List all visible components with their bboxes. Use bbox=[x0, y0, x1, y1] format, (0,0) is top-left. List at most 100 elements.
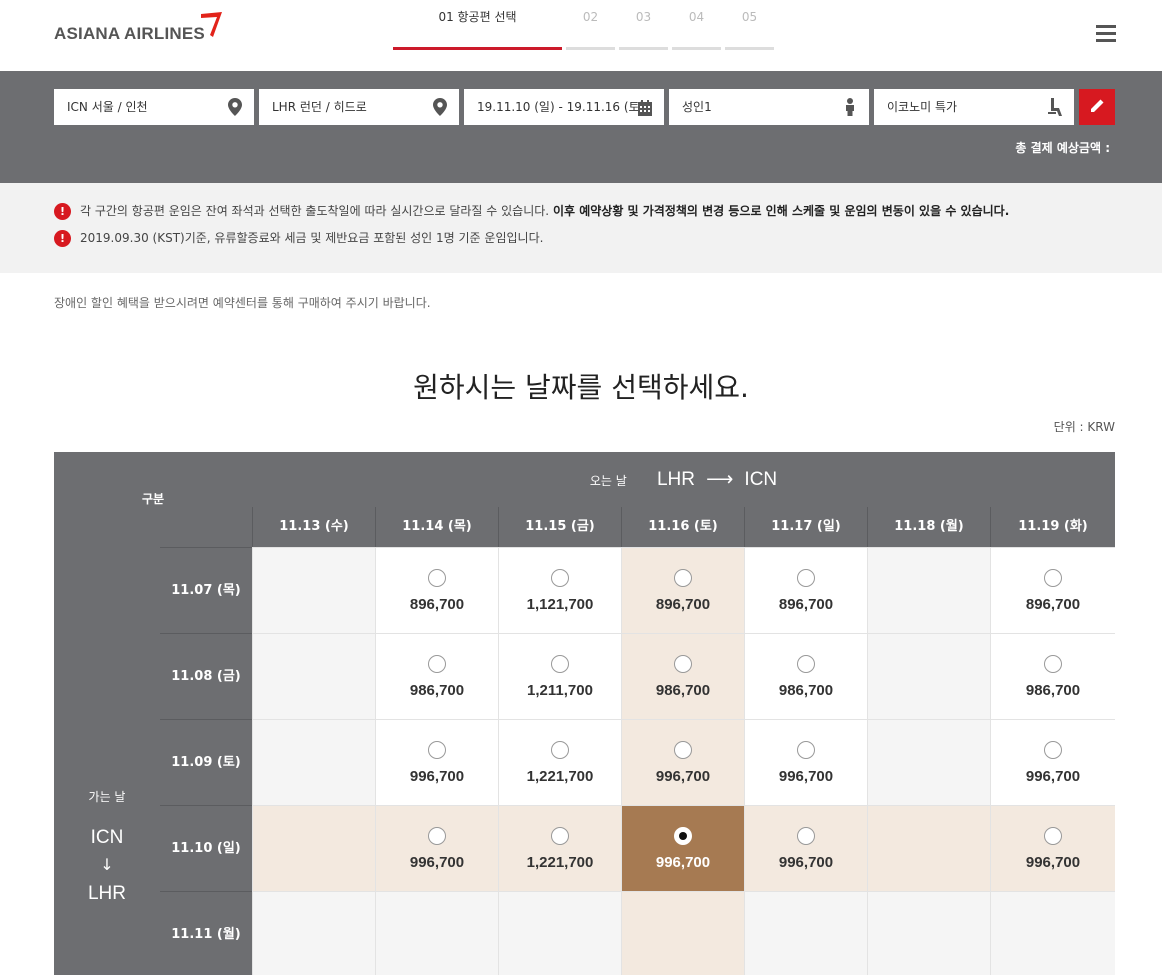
passenger-field[interactable]: 성인1 bbox=[669, 89, 869, 125]
step-4: 04 bbox=[672, 0, 721, 50]
depart-date-header: 11.09 (토) bbox=[160, 719, 252, 805]
fare-price: 996,700 bbox=[409, 768, 465, 785]
fare-cell[interactable]: 986,700 bbox=[990, 633, 1115, 719]
depart-date-header: 11.07 (목) bbox=[160, 547, 252, 633]
fare-radio[interactable] bbox=[1044, 655, 1062, 673]
fare-price: 1,221,700 bbox=[526, 854, 594, 871]
fare-cell-empty bbox=[252, 805, 375, 891]
fare-radio[interactable] bbox=[797, 655, 815, 673]
fare-cell[interactable]: 996,700 bbox=[744, 719, 867, 805]
fare-radio[interactable] bbox=[551, 655, 569, 673]
fare-radio[interactable] bbox=[428, 569, 446, 587]
fare-cell[interactable]: 896,700 bbox=[621, 547, 744, 633]
location-pin-icon bbox=[228, 98, 242, 116]
fare-cell[interactable]: 996,700 bbox=[990, 805, 1115, 891]
fare-cell-empty bbox=[867, 891, 990, 975]
destination-field[interactable]: LHR 런던 / 히드로 bbox=[259, 89, 459, 125]
fare-cell[interactable]: 996,700 bbox=[375, 719, 498, 805]
notice-text: 각 구간의 항공편 운임은 잔여 좌석과 선택한 출도착일에 따라 실시간으로 … bbox=[80, 204, 553, 218]
fare-cell-empty bbox=[252, 633, 375, 719]
fare-cell[interactable]: 896,700 bbox=[990, 547, 1115, 633]
fare-radio[interactable] bbox=[551, 569, 569, 587]
fare-cell[interactable]: 996,700 bbox=[375, 805, 498, 891]
fare-radio[interactable] bbox=[428, 741, 446, 759]
person-icon bbox=[846, 98, 854, 116]
origin-field[interactable]: ICN 서울 / 인천 bbox=[54, 89, 254, 125]
logo-text: ASIANA AIRLINES bbox=[54, 24, 205, 43]
fare-price: 1,211,700 bbox=[527, 682, 593, 699]
fare-radio[interactable] bbox=[797, 741, 815, 759]
fare-price: 896,700 bbox=[778, 596, 834, 613]
fare-cell[interactable]: 996,700 bbox=[621, 719, 744, 805]
fare-radio[interactable] bbox=[674, 569, 692, 587]
return-date-header: 11.14 (목) bbox=[375, 507, 498, 547]
passenger-value: 성인1 bbox=[682, 100, 712, 114]
fare-cell[interactable]: 996,700 bbox=[621, 805, 744, 891]
notice-box: ! 각 구간의 항공편 운임은 잔여 좌석과 선택한 출도착일에 따라 실시간으로… bbox=[0, 183, 1162, 273]
return-label: 오는 날 bbox=[589, 474, 627, 488]
fare-cell-empty bbox=[252, 719, 375, 805]
fare-price: 996,700 bbox=[778, 768, 834, 785]
notice-line: ! 각 구간의 항공편 운임은 잔여 좌석과 선택한 출도착일에 따라 실시간으로… bbox=[54, 202, 1009, 220]
origin-value: ICN 서울 / 인천 bbox=[67, 100, 148, 114]
fare-cell[interactable]: 996,700 bbox=[990, 719, 1115, 805]
fare-cell-empty bbox=[375, 891, 498, 975]
fare-cell-empty bbox=[867, 633, 990, 719]
fare-price: 986,700 bbox=[655, 682, 711, 699]
fare-radio[interactable] bbox=[674, 741, 692, 759]
step-5: 05 bbox=[725, 0, 774, 50]
fare-cell-empty bbox=[867, 547, 990, 633]
step-3: 03 bbox=[619, 0, 668, 50]
fare-radio[interactable] bbox=[1044, 827, 1062, 845]
fare-radio[interactable] bbox=[674, 827, 692, 845]
fare-price: 996,700 bbox=[655, 768, 711, 785]
fare-cell[interactable]: 1,121,700 bbox=[498, 547, 621, 633]
destination-value: LHR 런던 / 히드로 bbox=[272, 100, 367, 114]
fare-cell[interactable]: 896,700 bbox=[375, 547, 498, 633]
fare-radio[interactable] bbox=[674, 655, 692, 673]
depart-side-header: 가는 날 ICN ↓ LHR bbox=[54, 547, 160, 975]
fare-cell[interactable]: 1,221,700 bbox=[498, 719, 621, 805]
depart-label: 가는 날 bbox=[88, 790, 126, 804]
notice-bold-text: 이후 예약상황 및 가격정책의 변경 등으로 인해 스케줄 및 운임의 변동이 … bbox=[552, 204, 1010, 218]
fare-cell[interactable]: 986,700 bbox=[375, 633, 498, 719]
fare-radio[interactable] bbox=[797, 569, 815, 587]
fare-cell-empty bbox=[498, 891, 621, 975]
fare-radio[interactable] bbox=[1044, 741, 1062, 759]
airline-logo[interactable]: ASIANA AIRLINES bbox=[54, 24, 205, 44]
fare-radio[interactable] bbox=[797, 827, 815, 845]
edit-search-button[interactable] bbox=[1079, 89, 1115, 125]
fare-cell-empty bbox=[867, 719, 990, 805]
fare-cell[interactable]: 996,700 bbox=[744, 805, 867, 891]
return-date-header: 11.19 (화) bbox=[990, 507, 1115, 547]
fare-radio[interactable] bbox=[428, 655, 446, 673]
return-date-header: 11.17 (일) bbox=[744, 507, 867, 547]
fare-radio[interactable] bbox=[551, 741, 569, 759]
fare-cell-empty bbox=[867, 805, 990, 891]
return-header: 오는 날 LHR ⟶ ICN bbox=[252, 452, 1115, 507]
fare-price: 996,700 bbox=[778, 854, 834, 871]
fare-radio[interactable] bbox=[428, 827, 446, 845]
fare-cell[interactable]: 896,700 bbox=[744, 547, 867, 633]
fare-price: 1,221,700 bbox=[526, 768, 594, 785]
depart-date-header: 11.11 (월) bbox=[160, 891, 252, 975]
alert-icon: ! bbox=[54, 230, 71, 247]
fare-radio[interactable] bbox=[551, 827, 569, 845]
fare-cell[interactable]: 1,221,700 bbox=[498, 805, 621, 891]
hamburger-icon bbox=[1096, 25, 1116, 28]
date-range-field[interactable]: 19.11.10 (일) - 19.11.16 (토) bbox=[464, 89, 664, 125]
menu-button[interactable] bbox=[1096, 25, 1116, 43]
fare-price: 996,700 bbox=[655, 854, 711, 871]
depart-date-header: 11.08 (금) bbox=[160, 633, 252, 719]
depart-destination: LHR bbox=[87, 883, 126, 904]
fare-cell[interactable]: 986,700 bbox=[744, 633, 867, 719]
fare-cell-empty bbox=[744, 891, 867, 975]
fare-cell[interactable]: 986,700 bbox=[621, 633, 744, 719]
fare-radio[interactable] bbox=[1044, 569, 1062, 587]
cabin-class-field[interactable]: 이코노미 특가 bbox=[874, 89, 1074, 125]
fare-cell[interactable]: 1,211,700 bbox=[498, 633, 621, 719]
depart-date-header: 11.10 (일) bbox=[160, 805, 252, 891]
fare-price: 986,700 bbox=[1025, 682, 1081, 699]
fare-price: 986,700 bbox=[778, 682, 834, 699]
pencil-icon bbox=[1091, 99, 1104, 112]
